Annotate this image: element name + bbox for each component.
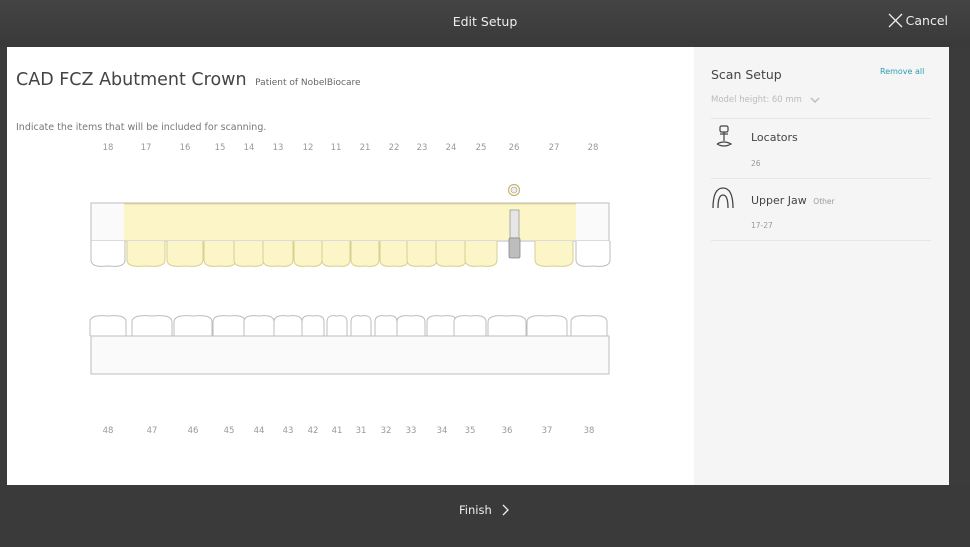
lower-jaw-base[interactable] [90, 335, 610, 375]
lower-tooth-41[interactable] [326, 315, 348, 336]
upper-tooth-13[interactable] [262, 241, 294, 267]
dental-chart [89, 183, 611, 375]
lower-tooth-37[interactable] [526, 315, 568, 336]
upper-tooth-24[interactable] [435, 241, 467, 267]
scan-setup-title: Scan Setup [711, 67, 782, 82]
upper-tooth-27[interactable] [534, 241, 574, 267]
lower-tooth-45[interactable] [212, 315, 246, 336]
lower-tooth-47[interactable] [131, 315, 173, 336]
upper-tooth-17[interactable] [126, 241, 166, 267]
chevron-right-icon [502, 504, 509, 516]
locator-marker[interactable] [507, 183, 521, 259]
upper-jaw-icon [712, 187, 734, 209]
lower-tooth-36[interactable] [487, 315, 527, 336]
lower-tooth-34[interactable] [426, 315, 458, 336]
upper-tooth-22[interactable] [379, 241, 409, 267]
model-height-label: Model height: 60 mm [711, 95, 802, 105]
upper-tooth-23[interactable] [406, 241, 438, 267]
upper-tooth-21[interactable] [350, 241, 380, 267]
upper-tooth-11[interactable] [321, 241, 351, 267]
chevron-down-icon [810, 97, 820, 103]
locators-item-title[interactable]: Locators [751, 131, 798, 144]
upper-jaw-item-title[interactable]: Upper Jaw Other [751, 194, 835, 207]
upper-tooth-12[interactable] [293, 241, 323, 267]
lower-tooth-44[interactable] [243, 315, 275, 336]
lower-tooth-35[interactable] [453, 315, 487, 336]
divider [711, 240, 931, 241]
lower-tooth-38[interactable] [570, 315, 608, 336]
lower-tooth-43[interactable] [273, 315, 303, 336]
lower-tooth-48[interactable] [89, 315, 127, 336]
upper-tooth-28[interactable] [575, 241, 611, 267]
lower-tooth-42[interactable] [301, 315, 325, 336]
upper-jaw-item-range: 17-27 [751, 221, 773, 230]
lower-tooth-33[interactable] [396, 315, 426, 336]
lower-tooth-32[interactable] [374, 315, 398, 336]
upper-tooth-16[interactable] [166, 241, 204, 267]
remove-all-link[interactable]: Remove all [880, 67, 924, 76]
locators-item-teeth: 26 [751, 159, 761, 168]
upper-jaw-label: Upper Jaw [751, 194, 807, 207]
finish-label: Finish [459, 503, 492, 517]
model-height-select[interactable]: Model height: 60 mm [711, 95, 820, 105]
upper-tooth-15[interactable] [203, 241, 237, 267]
locator-ring-inner [510, 186, 518, 194]
divider [711, 118, 931, 119]
abutment-post [509, 209, 520, 239]
upper-tooth-18[interactable] [90, 241, 126, 267]
locator-icon [716, 125, 733, 147]
lower-teeth [89, 315, 608, 336]
selected-range-highlight [124, 204, 576, 240]
upper-teeth [90, 241, 611, 267]
abutment-implant [508, 237, 521, 259]
upper-tooth-25[interactable] [464, 241, 498, 267]
upper-tooth-14[interactable] [233, 241, 265, 267]
lower-tooth-31[interactable] [350, 315, 372, 336]
lower-tooth-46[interactable] [173, 315, 213, 336]
finish-button[interactable]: Finish [459, 503, 509, 517]
upper-jaw-type-tag: Other [813, 197, 835, 206]
divider [711, 178, 931, 179]
